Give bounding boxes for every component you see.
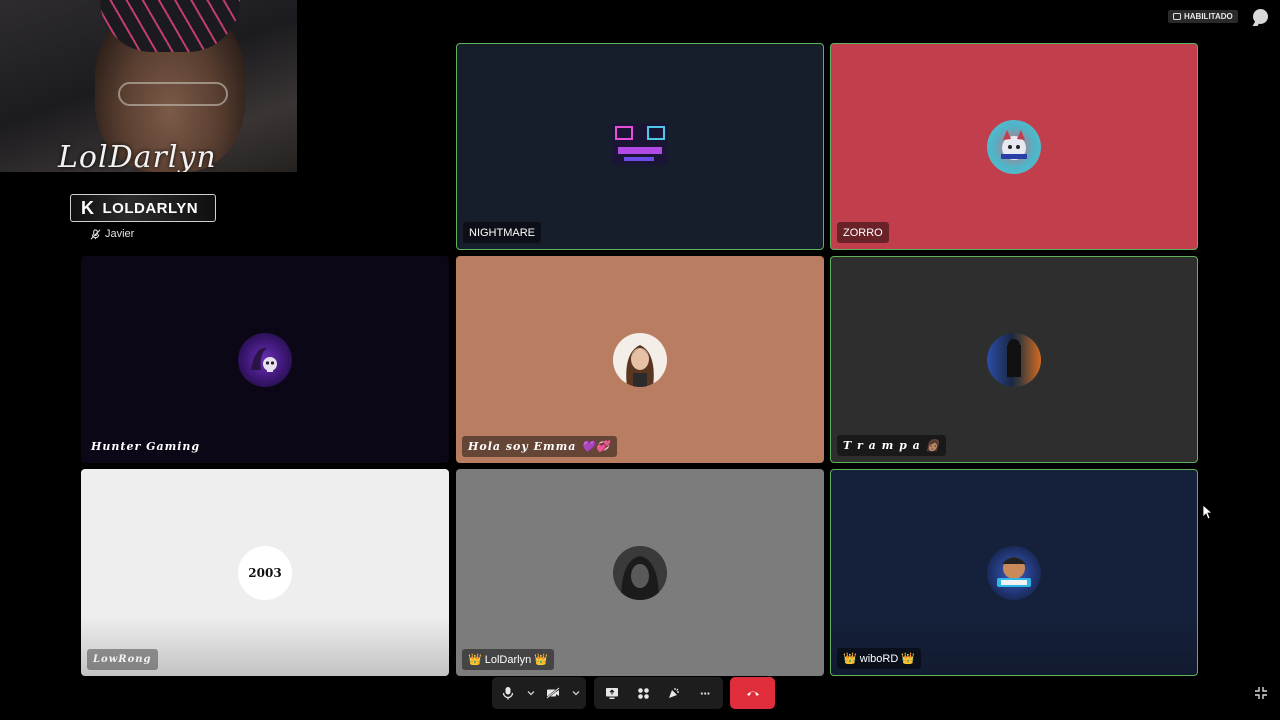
chat-bubble-icon[interactable] [1253, 9, 1268, 24]
stream-channel-badge: K LOLDARLYN [70, 194, 216, 222]
participant-name: Hola soy Emma 💜💞 [462, 436, 617, 457]
captions-status-chip[interactable]: HABILITADO [1168, 10, 1238, 23]
participant-name: ZORRO [837, 222, 889, 243]
collapse-icon[interactable] [1254, 686, 1268, 700]
participant-avatar: 2003 [238, 545, 292, 600]
chevron-down-icon [572, 691, 580, 696]
participant-name: T r a m p a 👩🏽 [837, 435, 947, 456]
more-options-button[interactable]: ··· [692, 680, 718, 706]
participant-tile-trampa[interactable]: T r a m p a 👩🏽 [830, 256, 1198, 463]
camera-button[interactable] [540, 680, 566, 706]
avatar-text: 2003 [248, 565, 282, 580]
participant-avatar [613, 545, 667, 600]
skull-reaper-icon [251, 347, 277, 372]
streamer-glasses [118, 82, 228, 106]
caption-icon [1173, 13, 1181, 20]
hang-up-button[interactable] [730, 677, 775, 709]
reactions-icon [669, 688, 679, 698]
participant-avatar [238, 332, 292, 387]
streamer-webcam: LolDarlyn [0, 0, 297, 172]
participant-tile-lowrong[interactable]: 2003 LowRong [81, 469, 449, 676]
apps-grid-icon [637, 687, 649, 699]
stream-channel-name: LOLDARLYN [102, 199, 199, 217]
muted-mic-icon [90, 228, 101, 239]
microphone-options-button[interactable] [524, 680, 538, 706]
silhouette-avatar-icon [1007, 338, 1021, 377]
microphone-button[interactable] [495, 680, 521, 706]
chevron-down-icon [527, 691, 535, 696]
participant-name: 👑 LolDarlyn 👑 [462, 649, 554, 670]
participant-tile-wibord[interactable]: 👑 wiboRD 👑 [830, 469, 1198, 676]
stream-caption-name: Javier [105, 228, 135, 240]
camera-off-icon [546, 687, 561, 699]
mouse-cursor-icon [1202, 504, 1212, 520]
stream-logo-text: LolDarlyn [58, 140, 217, 172]
participant-tile-nightmare[interactable]: NIGHTMARE [456, 43, 824, 250]
media-controls-group [492, 677, 586, 709]
participant-name: NIGHTMARE [463, 222, 541, 243]
participant-avatar [987, 545, 1041, 600]
camera-options-button[interactable] [569, 680, 583, 706]
hang-up-icon [746, 691, 759, 696]
microphone-icon [502, 687, 513, 700]
neon-gaming-avatar-icon [612, 122, 668, 165]
fox-mascot-icon [1001, 129, 1027, 160]
participant-avatar [613, 332, 667, 387]
participant-tile-emma[interactable]: Hola soy Emma 💜💞 [456, 256, 824, 463]
captions-status-label: HABILITADO [1184, 12, 1233, 21]
participant-tile-loldarlyn[interactable]: 👑 LolDarlyn 👑 [456, 469, 824, 676]
participant-name: LowRong [87, 649, 158, 670]
participant-avatar [987, 332, 1041, 387]
reactions-button[interactable] [661, 680, 687, 706]
activity-controls-group: ··· [594, 677, 723, 709]
participant-tile-zorro[interactable]: ZORRO [830, 43, 1198, 250]
participant-name: Hunter Gaming [91, 440, 201, 453]
stream-caption: Javier [90, 228, 134, 240]
hooded-portrait-avatar-icon [621, 555, 659, 600]
participant-tile-hunter-gaming[interactable]: Hunter Gaming [81, 256, 449, 463]
participant-avatar [987, 119, 1041, 174]
cartoon-gamer-avatar-icon [997, 556, 1031, 587]
screen-share-button[interactable] [599, 680, 625, 706]
more-dots-icon: ··· [700, 685, 711, 701]
screen-share-icon [606, 687, 618, 699]
apps-button[interactable] [630, 680, 656, 706]
participant-avatar [610, 119, 670, 173]
girl-portrait-avatar-icon [626, 344, 654, 387]
kick-k-icon: K [81, 197, 95, 218]
participant-name: 👑 wiboRD 👑 [837, 648, 922, 669]
